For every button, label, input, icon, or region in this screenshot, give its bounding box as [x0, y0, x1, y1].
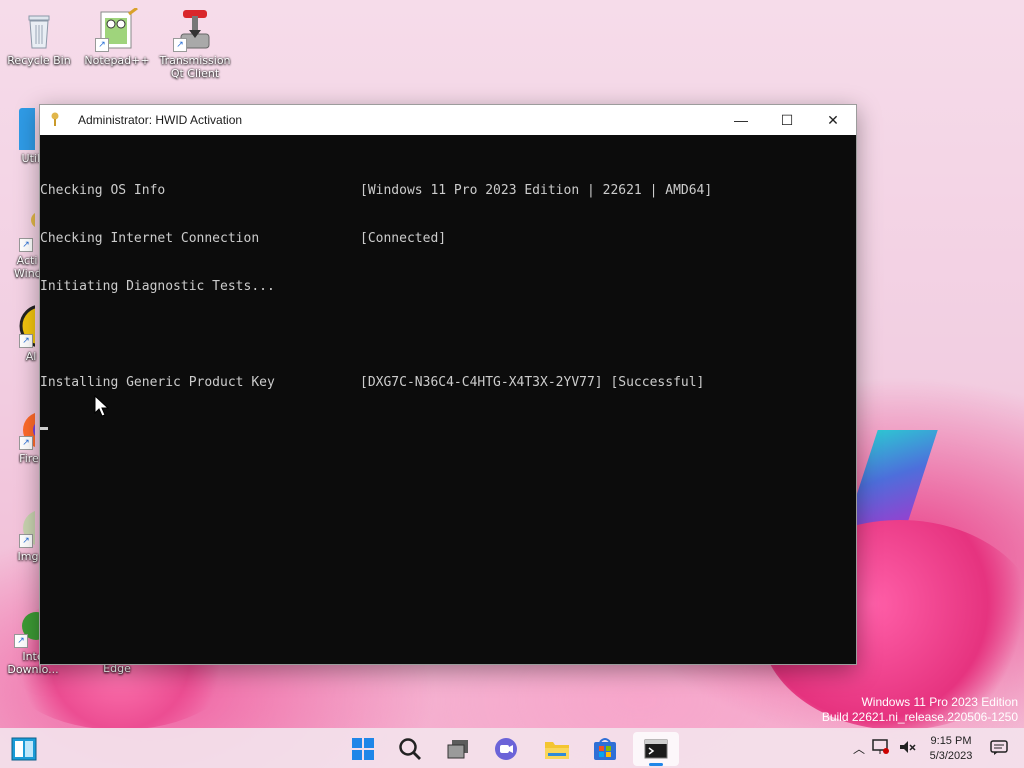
imgburn-shortcut[interactable]: ↗ Img	[0, 504, 59, 563]
icon-label: Al	[25, 350, 37, 363]
firefox-icon: ↗	[5, 406, 59, 450]
watermark-edition: Windows 11 Pro 2023 Edition	[861, 695, 1018, 709]
taskbar: ︿ 9:15 PM 5/3/2023	[0, 728, 1024, 768]
shortcut-arrow-icon: ↗	[19, 436, 33, 450]
console-line: Checking OS Info [Windows 11 Pro 2023 Ed…	[40, 183, 856, 199]
clock-time: 9:15 PM	[930, 734, 972, 747]
task-view-icon[interactable]	[438, 732, 478, 766]
icon-label: Acti Wind	[14, 254, 42, 280]
shortcut-arrow-icon: ↗	[173, 38, 187, 52]
store-icon[interactable]	[585, 732, 625, 766]
chevron-up-icon[interactable]: ︿	[850, 740, 868, 757]
console-label	[40, 327, 360, 343]
console-value: [Windows 11 Pro 2023 Edition | 22621 | A…	[360, 183, 713, 198]
idm-icon: ↗	[10, 604, 50, 648]
shortcut-arrow-icon: ↗	[19, 334, 33, 348]
mouse-pointer-icon	[94, 394, 110, 421]
firefox-shortcut[interactable]: ↗ Fire	[0, 406, 59, 465]
clock[interactable]: 9:15 PM 5/3/2023	[926, 728, 976, 768]
window-titlebar[interactable]: Administrator: HWID Activation — ☐ ✕	[40, 105, 856, 135]
key-icon: ↗	[5, 208, 47, 252]
shortcut-arrow-icon: ↗	[14, 634, 28, 648]
text-cursor	[40, 427, 48, 430]
search-icon[interactable]	[390, 732, 430, 766]
transmission-shortcut[interactable]: ↗ Transmission Qt Client	[156, 8, 234, 80]
icon-label: Img	[17, 550, 39, 563]
widgets-icon[interactable]	[4, 732, 44, 766]
recycle-bin-shortcut[interactable]: Recycle Bin	[0, 8, 78, 67]
imgburn-icon: ↗	[5, 504, 59, 548]
file-explorer-icon[interactable]	[537, 732, 577, 766]
terminal-icon[interactable]	[633, 732, 679, 766]
recycle-bin-icon	[17, 8, 61, 52]
network-disconnected-icon[interactable]	[868, 738, 894, 758]
system-tray: ︿	[850, 728, 920, 768]
util-folder-shortcut[interactable]: Util	[0, 106, 49, 165]
notification-icon[interactable]	[990, 728, 1010, 768]
console-label: Checking OS Info	[40, 183, 166, 198]
watermark-build: Build 22621.ni_release.220506-1250	[821, 710, 1018, 724]
shortcut-arrow-icon: ↗	[19, 238, 33, 252]
console-label: Initiating Diagnostic Tests...	[40, 279, 275, 294]
active-indicator	[649, 763, 663, 766]
notepad-plus-plus-icon: ↗	[95, 6, 139, 52]
console-line: Checking Internet Connection [Connected]	[40, 231, 856, 247]
transmission-icon: ↗	[173, 8, 217, 52]
console-output[interactable]: Checking OS Info [Windows 11 Pro 2023 Ed…	[40, 135, 856, 462]
console-line	[40, 327, 856, 343]
maximize-button[interactable]: ☐	[764, 105, 810, 135]
shortcut-arrow-icon: ↗	[19, 534, 33, 548]
console-value: [DXG7C-N36C4-C4HTG-X4T3X-2YV77] [Success…	[360, 375, 705, 390]
start-icon[interactable]	[343, 732, 383, 766]
aimp-shortcut[interactable]: ↗ Al	[0, 304, 63, 363]
console-value: [Connected]	[360, 231, 447, 246]
window-title: Administrator: HWID Activation	[78, 113, 243, 127]
notepad-plus-plus-shortcut[interactable]: ↗ Notepad++	[78, 6, 156, 67]
console-label: Checking Internet Connection	[40, 231, 260, 246]
volume-muted-icon[interactable]	[894, 739, 920, 758]
close-button[interactable]: ✕	[810, 105, 856, 135]
activate-windows-shortcut[interactable]: ↗ Acti Wind	[0, 208, 47, 280]
console-line: Installing Generic Product Key [DXG7C-N3…	[40, 375, 856, 391]
console-line: Initiating Diagnostic Tests...	[40, 279, 856, 295]
teams-chat-icon[interactable]	[486, 732, 526, 766]
minimize-button[interactable]: —	[718, 105, 764, 135]
icon-label: Transmission Qt Client	[159, 54, 231, 80]
console-label: Installing Generic Product Key	[40, 375, 275, 390]
shortcut-arrow-icon: ↗	[95, 38, 109, 52]
windows-watermark: Windows 11 Pro 2023 Edition Build 22621.…	[822, 695, 1018, 725]
key-icon	[50, 112, 66, 129]
aimp-icon: ↗	[5, 304, 63, 348]
icon-label: Util	[21, 152, 40, 165]
folder-icon	[5, 106, 49, 152]
icon-label: Recycle Bin	[7, 54, 71, 67]
icon-label: Notepad++	[84, 54, 150, 67]
clock-date: 5/3/2023	[929, 749, 973, 762]
icon-label: Fire	[19, 452, 39, 465]
terminal-window[interactable]: Administrator: HWID Activation — ☐ ✕ Che…	[39, 104, 857, 665]
